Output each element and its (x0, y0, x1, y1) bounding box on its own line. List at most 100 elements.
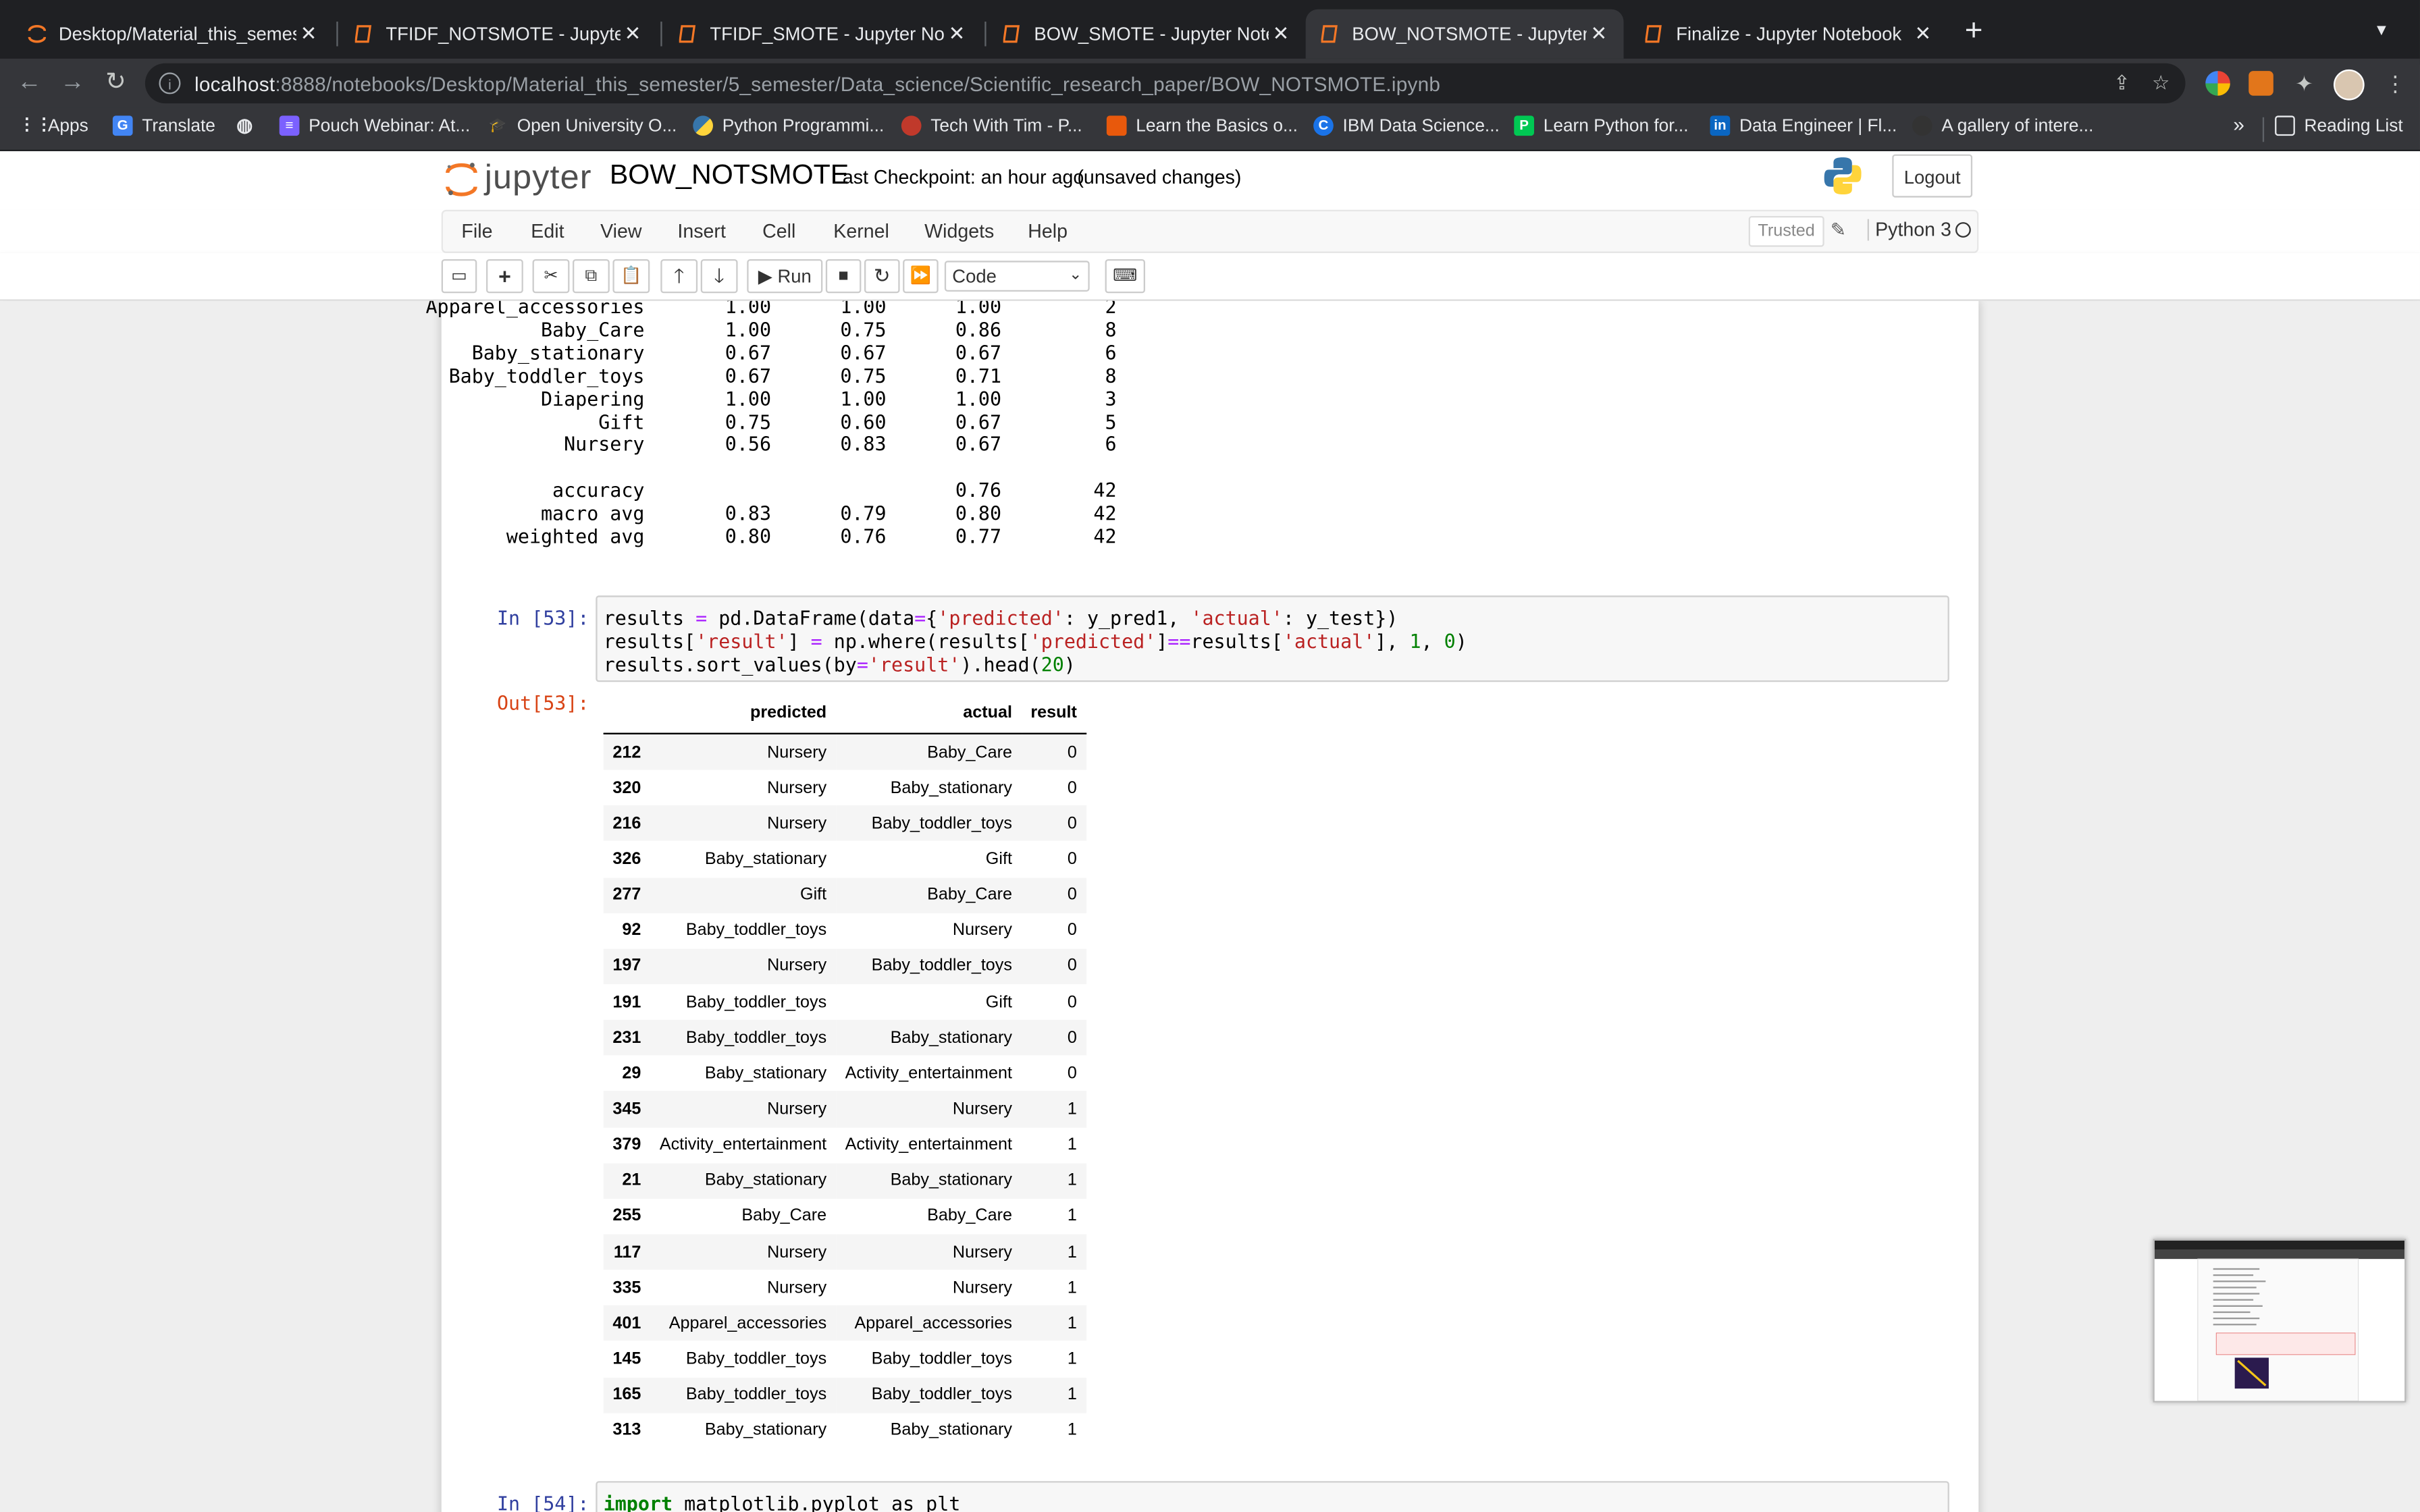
bookmarks-overflow-icon[interactable]: » (2233, 113, 2244, 136)
move-up-button[interactable]: 🡑 (660, 259, 698, 294)
cell-predicted: Baby_toddler_toys (685, 1385, 827, 1405)
tab-search-chevron-icon[interactable]: ▾ (2377, 18, 2386, 40)
browser-tab-2[interactable]: TFIDF_NOTSMOTE - Jupyter N ✕ (340, 9, 658, 59)
close-tab-icon[interactable]: ✕ (621, 22, 646, 47)
notebook-title[interactable]: BOW_NOTSMOTE (610, 159, 849, 191)
bookmark-learn-python[interactable]: P Learn Python for... (1514, 115, 1689, 136)
column-header-actual: actual (835, 693, 1022, 734)
bookmark-star-icon[interactable]: ☆ (2152, 71, 2170, 96)
jupyter-logo-icon (444, 161, 478, 196)
report-blank-line (379, 457, 1116, 480)
restart-button[interactable]: ↻ (864, 259, 900, 294)
row-index: 165 (612, 1385, 641, 1405)
bookmarks-separator (2262, 117, 2265, 142)
forward-arrow-icon[interactable]: → (57, 68, 88, 99)
cell-actual: Baby_toddler_toys (871, 1349, 1012, 1369)
menu-view[interactable]: View (600, 221, 641, 242)
cell-actual: Nursery (952, 1243, 1012, 1262)
bookmark-python-programming[interactable]: Python Programmi... (693, 115, 884, 136)
bookmark-tech-with-tim[interactable]: Tech With Tim - P... (901, 115, 1082, 136)
close-tab-icon[interactable]: ✕ (945, 22, 970, 47)
kernel-name[interactable]: Python 3 (1867, 219, 1951, 241)
cell-predicted: Apparel_accessories (668, 1314, 827, 1333)
table-row: 255 Baby_Care Baby_Care 1 (603, 1198, 1086, 1235)
trusted-badge[interactable]: Trusted (1748, 215, 1824, 247)
browser-tab-1[interactable]: Desktop/Material_this_semeste ✕ (12, 9, 333, 59)
cell-type-select[interactable]: Code ⌄ (944, 261, 1090, 292)
cell-predicted: Baby_toddler_toys (685, 921, 827, 940)
code-line-3: results.sort_values(by='result').head(20… (603, 652, 1076, 676)
cell-result: 1 (1067, 1314, 1077, 1333)
new-tab-plus-icon[interactable]: + (1965, 16, 1983, 47)
dataframe-header-row: predicted actual result (603, 693, 1086, 734)
metamask-fox-icon[interactable] (2248, 71, 2273, 96)
cell-53-code-editor[interactable]: results = pd.DataFrame(data={'predicted'… (596, 595, 1949, 682)
bookmark-data-engineer[interactable]: in Data Engineer | Fl... (1710, 115, 1897, 136)
table-row: 21 Baby_stationary Baby_stationary 1 (603, 1162, 1086, 1199)
bookmark-open-university[interactable]: 🎓 Open University O... (488, 115, 677, 136)
cut-button[interactable]: ✂ (532, 259, 570, 294)
edit-pencil-icon[interactable]: ✎ (1831, 219, 1846, 241)
browser-tab-strip: Desktop/Material_this_semeste ✕ TFIDF_NO… (0, 0, 2420, 65)
close-tab-icon[interactable]: ✕ (1269, 22, 1294, 47)
cell-result: 1 (1067, 1171, 1077, 1190)
menu-insert[interactable]: Insert (677, 221, 725, 242)
list-icon: ≡ (279, 115, 300, 136)
close-tab-icon[interactable]: ✕ (296, 22, 321, 47)
restart-run-all-button[interactable]: ⏩ (903, 259, 939, 294)
browser-tab-3[interactable]: TFIDF_SMOTE - Jupyter Noteb ✕ (664, 9, 982, 59)
browser-tab-4[interactable]: BOW_SMOTE - Jupyter Notebo ✕ (988, 9, 1306, 59)
bookmark-ibm-data-science[interactable]: C IBM Data Science... (1313, 115, 1500, 136)
close-tab-icon[interactable]: ✕ (1911, 22, 1936, 47)
row-index: 21 (622, 1171, 641, 1190)
menu-edit[interactable]: Edit (531, 221, 564, 242)
bookmark-gallery[interactable]: A gallery of intere... (1912, 115, 2093, 136)
menu-file[interactable]: File (461, 221, 492, 242)
reading-list[interactable]: Reading List (2275, 115, 2403, 136)
bookmark-apps[interactable]: ⋮⋮ Apps (18, 115, 88, 136)
browser-menu-dots-icon[interactable]: ⋮ (2383, 71, 2408, 96)
translate-icon: G (112, 115, 133, 136)
cell-actual: Baby_Care (927, 886, 1012, 905)
save-button[interactable]: ▭ (441, 259, 477, 294)
browser-tab-5-active[interactable]: BOW_NOTSMOTE - Jupyter No ✕ (1305, 9, 1624, 59)
report-line: weighted avg 0.80 0.76 0.77 42 (379, 524, 1117, 548)
notebook-scroll-area[interactable]: Apparel_accessories 1.00 1.00 1.00 2 Bab… (0, 300, 2420, 1512)
extensions-puzzle-icon[interactable]: ✦ (2292, 71, 2317, 96)
copy-button[interactable]: ⧉ (572, 259, 610, 294)
move-down-button[interactable]: 🡓 (700, 259, 738, 294)
site-info-icon[interactable]: i (159, 72, 181, 94)
browser-tab-6[interactable]: Finalize - Jupyter Notebook ✕ (1630, 9, 1948, 59)
row-index: 313 (612, 1421, 641, 1440)
bookmark-pouch-webinar[interactable]: ≡ Pouch Webinar: At... (279, 115, 470, 136)
jupyter-logo[interactable]: jupyter (444, 157, 591, 197)
menu-kernel[interactable]: Kernel (833, 221, 889, 242)
cell-predicted: Baby_stationary (704, 1421, 827, 1440)
menu-help[interactable]: Help (1028, 221, 1068, 242)
url-text[interactable]: localhost:8888/notebooks/Desktop/Materia… (194, 72, 1440, 94)
interrupt-button[interactable]: ■ (825, 259, 862, 294)
menu-cell[interactable]: Cell (762, 221, 795, 242)
address-bar[interactable]: i localhost:8888/notebooks/Desktop/Mater… (144, 63, 2186, 104)
menu-widgets[interactable]: Widgets (924, 221, 994, 242)
bookmark-translate[interactable]: G Translate (112, 115, 215, 136)
cell-result: 0 (1067, 742, 1077, 762)
logout-button[interactable]: Logout (1892, 154, 1973, 198)
bookmark-globe[interactable]: ◍ (234, 115, 263, 136)
paste-button[interactable]: 📋 (612, 259, 650, 294)
reload-icon[interactable]: ↻ (101, 68, 132, 99)
back-arrow-icon[interactable]: ← (14, 68, 45, 99)
profile-avatar-icon[interactable] (2333, 69, 2365, 101)
cell-54-code-editor[interactable]: import matplotlib.pyplot as plt (596, 1481, 1949, 1512)
bookmark-learn-basics[interactable]: Learn the Basics o... (1106, 115, 1298, 136)
close-tab-icon[interactable]: ✕ (1587, 22, 1612, 47)
share-icon[interactable]: ⇪ (2113, 71, 2130, 96)
insert-cell-button[interactable]: + (485, 259, 523, 294)
cell-result: 0 (1067, 1028, 1077, 1048)
run-button[interactable]: ▶ Run (747, 259, 823, 294)
screen-preview-thumbnail[interactable] (2153, 1239, 2406, 1403)
command-palette-button[interactable]: ⌨ (1105, 259, 1145, 294)
jupyter-favicon-icon (28, 25, 47, 43)
extension-color-icon[interactable] (2205, 71, 2230, 96)
graduation-cap-icon: 🎓 (489, 117, 506, 133)
